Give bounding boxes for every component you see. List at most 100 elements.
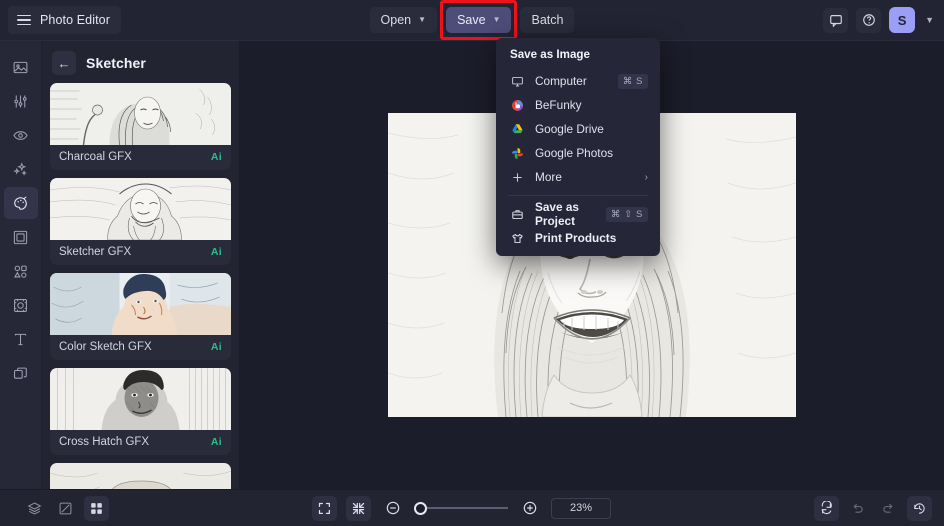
top-toolbar: Photo Editor Open ▼ Save ▼ Batch S ▼: [0, 0, 944, 41]
grid-icon[interactable]: [84, 495, 109, 521]
shortcut-badge: ⌘ ⇧ S: [605, 206, 648, 222]
list-item[interactable]: Cross Hatch GFX Ai: [50, 368, 231, 455]
menu-item-google-drive[interactable]: Google Drive: [496, 117, 660, 141]
ai-badge: Ai: [210, 151, 222, 163]
zoom-in-button[interactable]: [517, 496, 542, 521]
menu-item-google-photos[interactable]: Google Photos: [496, 141, 660, 165]
list-item[interactable]: Color Sketch GFX Ai: [50, 273, 231, 360]
ai-badge: Ai: [210, 341, 222, 353]
zoom-slider[interactable]: [414, 501, 508, 515]
menu-item-label: Google Photos: [535, 146, 614, 160]
menu-item-save-as-project[interactable]: Save as Project ⌘ ⇧ S: [496, 200, 660, 228]
rail-item-overlays[interactable]: [4, 289, 38, 321]
bottom-toolbar: 23%: [0, 489, 944, 526]
effect-label: Charcoal GFX: [59, 151, 132, 163]
menu-item-label: BeFunky: [535, 98, 582, 112]
menu-item-label: Computer: [535, 74, 587, 88]
effect-thumbnail: [50, 273, 231, 335]
menu-item-befunky[interactable]: BeFunky: [496, 93, 660, 117]
batch-button-label: Batch: [531, 13, 564, 27]
rail-item-frames[interactable]: [4, 221, 38, 253]
rail-item-graphics[interactable]: [4, 255, 38, 287]
plus-icon: [510, 171, 525, 184]
bottom-left-tools: [22, 495, 109, 521]
rail-item-effects[interactable]: [4, 153, 38, 185]
rail-item-text[interactable]: [4, 323, 38, 355]
menu-item-label: Google Drive: [535, 122, 604, 136]
open-button-label: Open: [380, 13, 412, 27]
ai-badge: Ai: [210, 436, 222, 448]
menu-divider: [508, 195, 648, 196]
effect-footer: Charcoal GFX Ai: [50, 145, 231, 170]
history-icon[interactable]: [907, 495, 932, 521]
account-chevron-down-icon[interactable]: ▼: [923, 15, 936, 25]
effect-thumbnail: [50, 83, 231, 145]
menu-item-more[interactable]: More ›: [496, 165, 660, 189]
tshirt-icon: [510, 232, 525, 245]
rail-item-retouch[interactable]: [4, 119, 38, 151]
layers-icon[interactable]: [22, 496, 47, 521]
menu-item-computer[interactable]: Computer ⌘ S: [496, 69, 660, 93]
zoom-level-input[interactable]: 23%: [551, 497, 611, 519]
app-title: Photo Editor: [40, 13, 110, 27]
effect-footer: Color Sketch GFX Ai: [50, 335, 231, 360]
effect-thumbnail: [50, 368, 231, 430]
effects-panel: ← Sketcher Charcoal GFX Ai Sketcher GFX …: [42, 41, 240, 489]
slider-track: [414, 507, 508, 509]
monitor-icon: [510, 75, 525, 88]
ai-badge: Ai: [210, 246, 222, 258]
avatar[interactable]: S: [889, 7, 916, 33]
befunky-logo-icon: [510, 99, 525, 112]
slider-knob[interactable]: [414, 501, 427, 515]
zoom-controls: 23%: [312, 495, 611, 521]
menu-item-label: Print Products: [535, 231, 617, 245]
briefcase-icon: [510, 208, 525, 221]
rail-item-adjust[interactable]: [4, 85, 38, 117]
effect-label: Color Sketch GFX: [59, 341, 152, 353]
feedback-icon[interactable]: [823, 7, 849, 33]
hamburger-icon: [17, 14, 31, 26]
editor-body: ← Sketcher Charcoal GFX Ai Sketcher GFX …: [0, 41, 944, 489]
chevron-right-icon: ›: [644, 171, 648, 183]
effect-thumbnail: [50, 463, 231, 489]
chevron-down-icon: ▼: [492, 15, 501, 24]
save-button[interactable]: Save ▼: [446, 7, 512, 33]
bottom-right-tools: [814, 495, 932, 521]
top-right-actions: S ▼: [823, 7, 936, 33]
photo-editor-app: Photo Editor Open ▼ Save ▼ Batch S ▼ ← S…: [0, 0, 944, 526]
tool-rail: [0, 41, 42, 489]
effect-thumbnail: [50, 178, 231, 240]
google-photos-icon: [510, 147, 525, 160]
rail-item-image[interactable]: [4, 51, 38, 83]
app-menu-button[interactable]: Photo Editor: [8, 6, 121, 34]
open-button[interactable]: Open ▼: [369, 7, 438, 33]
undo-icon[interactable]: [845, 496, 870, 521]
list-item[interactable]: Sketcher GFX Ai: [50, 178, 231, 265]
back-button[interactable]: ←: [52, 51, 76, 75]
menu-heading: Save as Image: [510, 48, 590, 61]
panel-header: ← Sketcher: [42, 41, 239, 83]
rail-item-artsy[interactable]: [3, 187, 38, 219]
save-button-wrapper: Save ▼: [440, 0, 518, 40]
menu-item-print-products[interactable]: Print Products: [496, 226, 660, 250]
batch-button[interactable]: Batch: [520, 7, 575, 33]
google-drive-icon: [510, 123, 525, 136]
effects-list: Charcoal GFX Ai Sketcher GFX Ai Color Sk…: [42, 83, 239, 489]
reset-icon[interactable]: [814, 495, 839, 521]
rail-item-layers[interactable]: [4, 357, 38, 389]
panel-title: Sketcher: [86, 55, 146, 71]
shortcut-badge: ⌘ S: [617, 73, 648, 89]
zoom-out-button[interactable]: [380, 496, 405, 521]
effect-label: Sketcher GFX: [59, 246, 132, 258]
menu-item-label: More: [535, 170, 562, 184]
help-icon[interactable]: [856, 7, 882, 33]
chevron-down-icon: ▼: [418, 15, 427, 24]
compare-icon[interactable]: [53, 496, 78, 521]
fit-screen-icon[interactable]: [346, 495, 371, 521]
redo-icon[interactable]: [876, 496, 901, 521]
fullscreen-icon[interactable]: [312, 495, 337, 521]
list-item[interactable]: [50, 463, 231, 489]
menu-item-label: Save as Project: [535, 200, 579, 228]
effect-footer: Sketcher GFX Ai: [50, 240, 231, 265]
list-item[interactable]: Charcoal GFX Ai: [50, 83, 231, 170]
